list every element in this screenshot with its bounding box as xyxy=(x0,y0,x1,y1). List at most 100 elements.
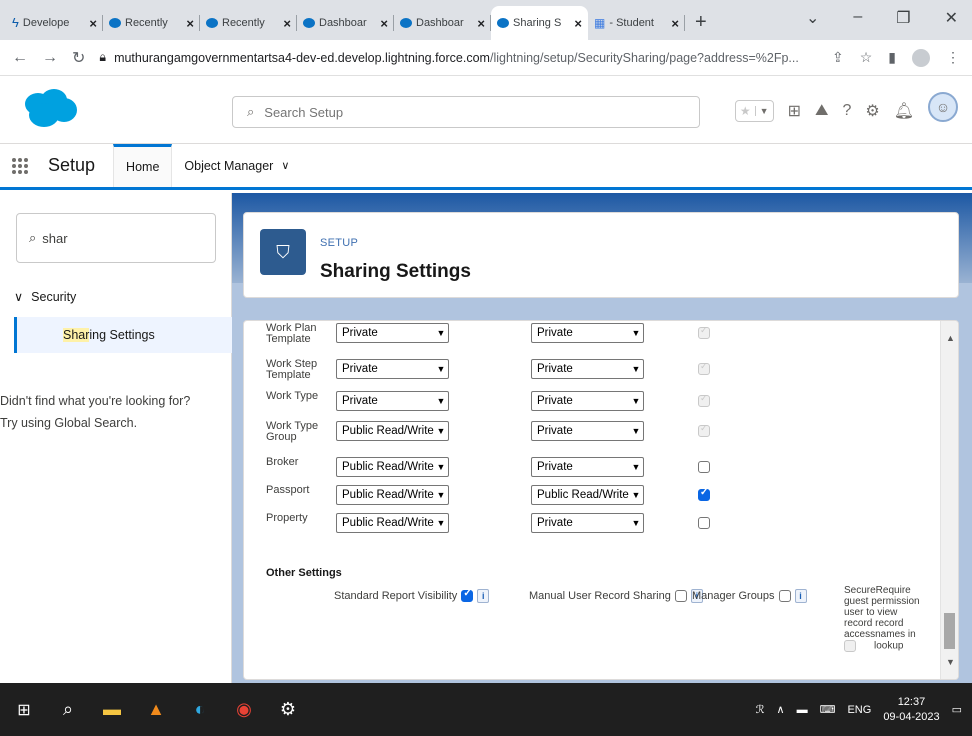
close-tab-icon[interactable]: × xyxy=(89,16,97,31)
close-tab-icon[interactable]: × xyxy=(477,16,485,31)
close-window-icon[interactable]: ✕ xyxy=(945,8,958,28)
grant-access-hierarchy-checkbox[interactable] xyxy=(698,487,710,501)
chevron-down-icon[interactable]: ∨ xyxy=(281,159,289,172)
browser-tab-2[interactable]: Recently × xyxy=(103,6,200,40)
windows-taskbar: ⊞ ⌕ ▬ ▲ ◐ ◉ ⚙ ℛ ∧ ▬ ⌨ ENG 12:37 09-04-20… xyxy=(0,683,972,736)
bookmark-star-icon[interactable]: ☆ xyxy=(860,49,873,66)
keyboard-icon[interactable]: ⌨ xyxy=(820,703,836,716)
default-access-select[interactable]: Private ▼ xyxy=(336,391,449,411)
salesforce-logo[interactable] xyxy=(22,88,78,128)
browser-tab-5[interactable]: Dashboar × xyxy=(394,6,491,40)
scroll-down-icon[interactable]: ▼ xyxy=(946,657,955,667)
tab-object-manager[interactable]: Object Manager ∨ xyxy=(172,144,301,187)
chevron-down-icon: ▼ xyxy=(436,518,446,528)
bell-icon[interactable]: 🔔︎ xyxy=(894,101,914,121)
global-actions-icon[interactable]: ⊞ xyxy=(788,101,801,121)
help-icon[interactable]: ? xyxy=(842,102,851,120)
global-search-link[interactable]: Try using Global Search. xyxy=(0,412,190,434)
external-access-select[interactable]: Public Read/Write ▼ xyxy=(531,485,644,505)
file-explorer-icon[interactable]: ▬ xyxy=(102,699,122,720)
address-bar-row: ← → ↻ 🔒︎ muthurangamgovernmentartsa4-dev… xyxy=(0,40,972,76)
table-row: Broker Public Read/Write ▼ Private ▼ xyxy=(244,457,944,483)
default-access-select[interactable]: Public Read/Write ▼ xyxy=(336,513,449,533)
vlc-icon[interactable]: ▲ xyxy=(146,699,166,720)
gear-icon[interactable]: ⚙ xyxy=(865,101,879,121)
minimize-icon[interactable]: – xyxy=(853,8,862,28)
secure-guest-checkbox xyxy=(844,640,856,652)
settings-gear-icon[interactable]: ⚙ xyxy=(278,699,298,720)
scroll-up-icon[interactable]: ▲ xyxy=(946,333,955,343)
manager-groups-checkbox[interactable] xyxy=(778,590,791,602)
page-header: ⛉ SETUP Sharing Settings xyxy=(243,212,959,298)
browser-tab-1[interactable]: ϟ Develope × xyxy=(6,6,103,40)
tab-home[interactable]: Home xyxy=(113,144,173,187)
external-access-select[interactable]: Private ▼ xyxy=(531,359,644,379)
chevron-up-icon[interactable]: ∧ xyxy=(777,703,785,716)
grant-access-hierarchy-checkbox[interactable] xyxy=(698,461,710,473)
panel-scrollbar[interactable]: ▲ ▼ xyxy=(940,321,958,679)
close-tab-icon[interactable]: × xyxy=(283,16,291,31)
restore-icon[interactable]: ❐ xyxy=(896,8,910,28)
grant-access-hierarchy-checkbox[interactable] xyxy=(698,517,710,529)
chevron-down-icon: ▼ xyxy=(436,364,446,374)
close-tab-icon[interactable]: × xyxy=(186,16,194,31)
grant-access-hierarchy-checkbox xyxy=(698,423,710,437)
standard-report-visibility-checkbox[interactable] xyxy=(461,588,474,602)
star-icon: ★ xyxy=(739,104,751,118)
browser-tab-3[interactable]: Recently × xyxy=(200,6,297,40)
external-access-select[interactable]: Private ▼ xyxy=(531,457,644,477)
quick-find-input[interactable]: ⌕ shar xyxy=(16,213,216,263)
sidebar-item-sharing-settings[interactable]: Shar ing Settings xyxy=(14,317,232,353)
close-tab-icon[interactable]: × xyxy=(671,16,679,31)
default-access-select[interactable]: Public Read/Write ▼ xyxy=(336,485,449,505)
profile-icon[interactable] xyxy=(912,48,930,67)
edge-icon[interactable]: ◐ xyxy=(190,699,210,720)
more-menu-icon[interactable]: ⋮ xyxy=(946,49,960,66)
setup-search-input[interactable] xyxy=(264,104,665,120)
clock[interactable]: 12:37 09-04-2023 xyxy=(883,695,939,725)
browser-tab-sharing-settings[interactable]: Sharing S × xyxy=(491,6,588,40)
windows-start-icon[interactable]: ⊞ xyxy=(14,700,34,720)
chevron-down-icon[interactable]: ⌄ xyxy=(806,8,819,28)
default-access-select[interactable]: Private ▼ xyxy=(336,323,449,343)
cloud-icon xyxy=(109,18,121,28)
favorites-button[interactable]: ★ ▼ xyxy=(734,100,774,122)
default-access-select[interactable]: Private ▼ xyxy=(336,359,449,379)
default-access-select[interactable]: Public Read/Write ▼ xyxy=(336,457,449,477)
manual-user-record-sharing-checkbox[interactable] xyxy=(674,590,687,602)
chrome-icon[interactable]: ◉ xyxy=(234,699,254,720)
network-icon[interactable]: ▬ xyxy=(797,704,808,716)
external-access-select[interactable]: Private ▼ xyxy=(531,513,644,533)
notification-icon[interactable]: ▭ xyxy=(952,703,962,716)
browser-tab-4[interactable]: Dashboar × xyxy=(297,6,394,40)
app-launcher-icon[interactable] xyxy=(0,144,40,187)
scroll-thumb[interactable] xyxy=(944,613,955,649)
table-row: Work Type Private ▼ Private ▼ xyxy=(244,391,944,417)
new-tab-button[interactable]: + xyxy=(695,11,707,34)
people-icon[interactable]: ℛ xyxy=(756,703,765,716)
side-panel-icon[interactable]: ▮ xyxy=(888,49,896,66)
avatar[interactable]: ☺ xyxy=(928,92,958,122)
external-access-select[interactable]: Private ▼ xyxy=(531,391,644,411)
search-icon[interactable]: ⌕ xyxy=(58,699,78,720)
browser-tab-7[interactable]: ▦ - Student × xyxy=(588,6,685,40)
external-access-select[interactable]: Private ▼ xyxy=(531,323,644,343)
info-icon[interactable]: i xyxy=(477,589,490,603)
share-icon[interactable]: ⇪ xyxy=(832,49,844,66)
forward-icon[interactable]: → xyxy=(42,49,58,67)
url-field[interactable]: 🔒︎ muthurangamgovernmentartsa4-dev-ed.de… xyxy=(99,50,818,65)
close-tab-icon[interactable]: × xyxy=(380,16,388,31)
sidebar-section-security[interactable]: ∨ Security xyxy=(14,289,76,305)
chevron-down-icon: ▼ xyxy=(631,396,641,406)
back-icon[interactable]: ← xyxy=(12,49,28,67)
language-indicator[interactable]: ENG xyxy=(847,704,871,716)
trailhead-icon[interactable]: ⛰ xyxy=(815,102,828,120)
info-icon[interactable]: i xyxy=(794,589,807,603)
default-access-select[interactable]: Public Read/Write ▼ xyxy=(336,421,449,441)
reload-icon[interactable]: ↻ xyxy=(72,48,85,68)
chevron-down-icon: ▼ xyxy=(631,364,641,374)
external-access-select[interactable]: Private ▼ xyxy=(531,421,644,441)
close-tab-icon[interactable]: × xyxy=(574,16,582,31)
chevron-down-icon: ▼ xyxy=(631,490,641,500)
setup-search[interactable]: ⌕ xyxy=(232,96,700,128)
